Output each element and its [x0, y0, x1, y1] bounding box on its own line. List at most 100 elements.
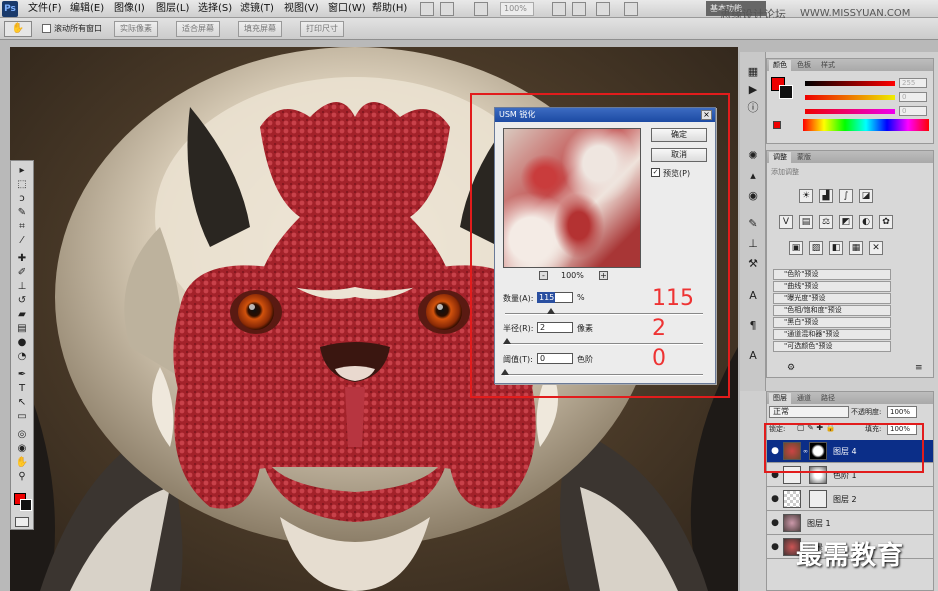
mini-bridge-icon[interactable] [440, 2, 454, 16]
opacity-input[interactable]: 100% [887, 406, 917, 418]
3d-panel-icon[interactable]: ◉ [745, 188, 761, 204]
screen-mode-icon[interactable] [624, 2, 638, 16]
scroll-all-windows-checkbox[interactable] [42, 24, 51, 33]
type-tool-icon[interactable]: T [14, 383, 30, 395]
adjust-footer-icon[interactable]: ⚙ [787, 363, 795, 373]
menu-help[interactable]: 帮助(H) [372, 2, 407, 16]
preset-black-white[interactable]: "黑白"预设 [773, 317, 891, 328]
blue-slider[interactable] [805, 109, 895, 114]
color-bg-swatch[interactable] [779, 85, 793, 99]
gradient-map-icon[interactable]: ▦ [849, 241, 863, 255]
navigator-panel-icon[interactable]: ✺ [745, 148, 761, 164]
move-tool-icon[interactable]: ▸ [14, 165, 30, 177]
selective-color-icon[interactable]: ✕ [869, 241, 883, 255]
bridge-icon[interactable] [420, 2, 434, 16]
layer-mask-thumbnail[interactable] [809, 490, 827, 508]
character-style-panel-icon[interactable]: A [745, 348, 761, 364]
green-slider[interactable] [805, 95, 895, 100]
menu-file[interactable]: 文件(F) [28, 2, 62, 16]
print-size-button[interactable]: 打印尺寸 [300, 21, 344, 37]
quick-select-tool-icon[interactable]: ✎ [14, 207, 30, 219]
tab-swatches[interactable]: 色板 [793, 60, 815, 71]
preset-exposure[interactable]: "曝光度"预设 [773, 293, 891, 304]
tab-color[interactable]: 颜色 [769, 60, 791, 71]
shape-tool-icon[interactable]: ▭ [14, 411, 30, 423]
histogram-panel-icon[interactable]: ▴ [745, 168, 761, 184]
menu-select[interactable]: 选择(S) [198, 2, 232, 16]
vibrance-icon[interactable]: V [779, 215, 793, 229]
preset-channel-mixer[interactable]: "通道混和器"预设 [773, 329, 891, 340]
menu-layer[interactable]: 图层(L) [156, 2, 189, 16]
arrange-documents-icon[interactable] [596, 2, 610, 16]
preset-hue-saturation[interactable]: "色相/饱和度"预设 [773, 305, 891, 316]
posterize-icon[interactable]: ▨ [809, 241, 823, 255]
fit-screen-button[interactable]: 适合屏幕 [176, 21, 220, 37]
preset-levels[interactable]: "色阶"预设 [773, 269, 891, 280]
tab-masks[interactable]: 蒙版 [793, 152, 815, 163]
tool-preset-picker[interactable]: ✋ [4, 21, 32, 37]
panel-options-icon[interactable]: ≡ [915, 363, 923, 373]
menu-image[interactable]: 图像(I) [114, 2, 145, 16]
history-brush-tool-icon[interactable]: ↺ [14, 295, 30, 307]
menu-filter[interactable]: 滤镜(T) [240, 2, 274, 16]
menu-view[interactable]: 视图(V) [284, 2, 319, 16]
red-value[interactable]: 255 [899, 78, 927, 88]
invert-icon[interactable]: ▣ [789, 241, 803, 255]
history-panel-icon[interactable]: ▦ [745, 64, 761, 80]
tab-paths[interactable]: 路径 [817, 393, 839, 404]
path-select-tool-icon[interactable]: ↖ [14, 397, 30, 409]
levels-icon[interactable]: ▟ [819, 189, 833, 203]
pen-tool-icon[interactable]: ✒ [14, 369, 30, 381]
visibility-eye-icon[interactable]: ● [770, 517, 780, 529]
hue-saturation-icon[interactable]: ▤ [799, 215, 813, 229]
zoom-tool-icon[interactable] [572, 2, 586, 16]
curves-icon[interactable]: ∫ [839, 189, 853, 203]
photo-filter-icon[interactable]: ◐ [859, 215, 873, 229]
actual-pixels-button[interactable]: 实际像素 [114, 21, 158, 37]
character-panel-icon[interactable]: A [745, 288, 761, 304]
marquee-tool-icon[interactable]: ⬚ [14, 179, 30, 191]
tab-styles[interactable]: 样式 [817, 60, 839, 71]
quick-mask-icon[interactable] [15, 517, 29, 527]
brush-panel-icon[interactable]: ✎ [745, 216, 761, 232]
view-extras-icon[interactable] [474, 2, 488, 16]
color-balance-icon[interactable]: ⚖ [819, 215, 833, 229]
hand-tool-icon[interactable] [552, 2, 566, 16]
threshold-icon[interactable]: ◧ [829, 241, 843, 255]
lasso-tool-icon[interactable]: ↄ [14, 193, 30, 205]
dodge-tool-icon[interactable]: ◔ [14, 351, 30, 363]
clone-source-panel-icon[interactable]: ⊥ [745, 236, 761, 252]
3d-orbit-tool-icon[interactable]: ◉ [14, 443, 30, 455]
color-spectrum-bar[interactable] [803, 119, 929, 131]
blend-mode-select[interactable]: 正常 [769, 406, 849, 418]
background-color-swatch[interactable] [20, 499, 32, 511]
exposure-icon[interactable]: ◪ [859, 189, 873, 203]
preset-curves[interactable]: "曲线"预设 [773, 281, 891, 292]
blur-tool-icon[interactable]: ● [14, 337, 30, 349]
zoom-tool-icon[interactable]: ⚲ [14, 471, 30, 483]
tool-presets-panel-icon[interactable]: ⚒ [745, 256, 761, 272]
tab-channels[interactable]: 通道 [793, 393, 815, 404]
visibility-eye-icon[interactable]: ● [770, 541, 780, 553]
menu-edit[interactable]: 编辑(E) [70, 2, 104, 16]
red-slider[interactable] [805, 81, 895, 86]
crop-tool-icon[interactable]: ⌗ [14, 221, 30, 233]
channel-mixer-icon[interactable]: ✿ [879, 215, 893, 229]
tab-layers[interactable]: 图层 [769, 393, 791, 404]
tab-adjustments[interactable]: 调整 [769, 152, 791, 163]
hand-tool-icon[interactable]: ✋ [14, 457, 30, 469]
menu-window[interactable]: 窗口(W) [328, 2, 366, 16]
clone-stamp-tool-icon[interactable]: ⊥ [14, 281, 30, 293]
preset-selective-color[interactable]: "可选颜色"预设 [773, 341, 891, 352]
paragraph-panel-icon[interactable]: ¶ [745, 318, 761, 334]
layer-row[interactable]: ● 图层 2 [767, 488, 933, 511]
blue-value[interactable]: 0 [899, 106, 927, 116]
actions-panel-icon[interactable]: ▶ [745, 82, 761, 98]
3d-rotate-tool-icon[interactable]: ◎ [14, 429, 30, 441]
fill-screen-button[interactable]: 填充屏幕 [238, 21, 282, 37]
black-white-icon[interactable]: ◩ [839, 215, 853, 229]
green-value[interactable]: 0 [899, 92, 927, 102]
layer-row[interactable]: ● 图层 1 [767, 512, 933, 535]
info-panel-icon[interactable]: ⓘ [745, 100, 761, 116]
eyedropper-tool-icon[interactable]: ⁄ [14, 235, 30, 247]
